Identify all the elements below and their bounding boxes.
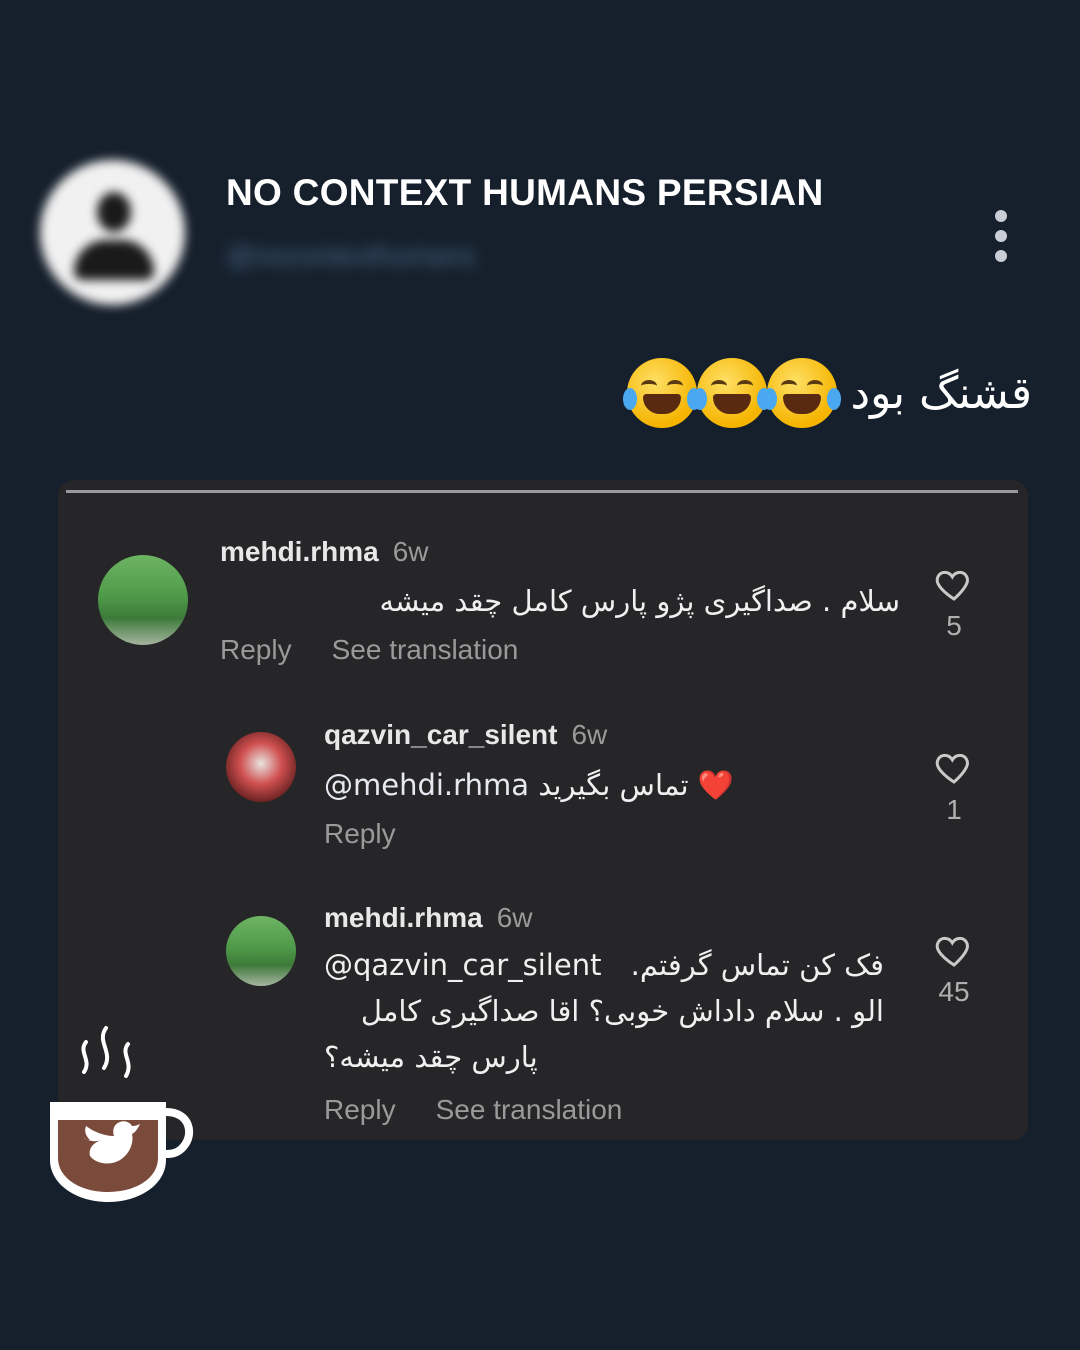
comment-actions: Reply xyxy=(324,818,396,850)
comment-time: 6w xyxy=(496,902,533,933)
comment-time: 6w xyxy=(392,536,429,567)
commenter-avatar[interactable] xyxy=(226,916,296,986)
laughing-emoji-group xyxy=(622,358,841,428)
tweet-text-body: قشنگ بود xyxy=(850,367,1033,419)
like-count: 1 xyxy=(946,794,962,825)
commenter-avatar[interactable] xyxy=(98,555,188,645)
avatar-head-shape xyxy=(97,192,131,232)
comment-username[interactable]: qazvin_car_silent 6w xyxy=(324,719,607,751)
reply-button[interactable]: Reply xyxy=(324,818,396,850)
laughing-emoji-icon xyxy=(762,358,841,428)
reply-button[interactable]: Reply xyxy=(324,1094,396,1126)
comment-username[interactable]: mehdi.rhma 6w xyxy=(324,902,533,934)
more-options-icon[interactable] xyxy=(990,210,1012,262)
commenter-avatar[interactable] xyxy=(226,732,296,802)
tweet-text: قشنگ بود xyxy=(622,358,1033,428)
comment-text-body: تماس بگیرید xyxy=(538,768,689,802)
comment-text: @qazvin_car_silent فک کن تماس گرفتم. الو… xyxy=(324,942,884,1080)
avatar-shoulders-shape xyxy=(74,240,154,280)
like-count: 5 xyxy=(946,610,962,641)
like-heart-icon[interactable] xyxy=(934,747,974,787)
comment-text: @mehdi.rhma تماس بگیرید ❤️ xyxy=(324,762,734,808)
see-translation-link[interactable]: See translation xyxy=(332,634,519,666)
coffee-cup-twitter-logo-icon xyxy=(50,1026,194,1202)
mention-link[interactable]: @qazvin_car_silent xyxy=(324,942,601,988)
comment-text-line: پارس چقد میشه؟ xyxy=(324,1040,538,1074)
comment-text: سلام . صداگیری پژو پارس کامل چقد میشه xyxy=(379,584,900,618)
comment-actions: Reply See translation xyxy=(220,634,518,666)
like-count: 45 xyxy=(938,976,970,1007)
comment-username[interactable]: mehdi.rhma 6w xyxy=(220,536,429,568)
like-heart-icon[interactable] xyxy=(934,564,974,604)
comment-actions: Reply See translation xyxy=(324,1094,622,1126)
mention-link[interactable]: @mehdi.rhma xyxy=(324,768,529,802)
like-heart-icon[interactable] xyxy=(934,930,974,970)
see-translation-link[interactable]: See translation xyxy=(436,1094,623,1126)
laughing-emoji-icon xyxy=(622,358,701,428)
profile-avatar[interactable] xyxy=(40,160,185,305)
reply-button[interactable]: Reply xyxy=(220,634,292,666)
comment-text-line: فک کن تماس گرفتم. xyxy=(630,948,884,982)
profile-handle[interactable]: @nocontexthumans xyxy=(226,240,475,272)
panel-divider xyxy=(66,490,1018,493)
profile-name[interactable]: NO CONTEXT HUMANS PERSIAN xyxy=(226,172,823,214)
comment-time: 6w xyxy=(571,719,608,750)
comment-text-line: الو . سلام داداش خوبی؟ اقا صداگیری کامل xyxy=(360,994,884,1028)
red-heart-emoji: ❤️ xyxy=(697,768,734,802)
laughing-emoji-icon xyxy=(692,358,771,428)
